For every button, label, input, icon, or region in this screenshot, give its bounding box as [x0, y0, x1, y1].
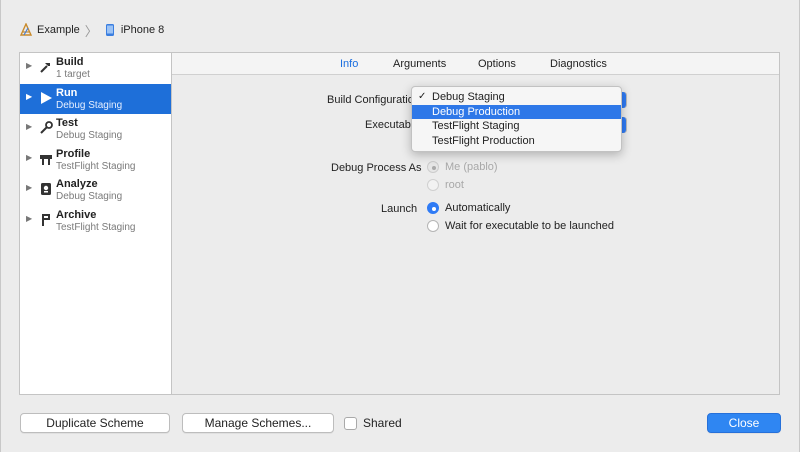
- scheme-item-subtitle: Debug Staging: [56, 130, 123, 141]
- scheme-item-title: Archive: [56, 208, 97, 221]
- radio-button[interactable]: [427, 202, 439, 214]
- checkmark-icon: ✓: [418, 91, 427, 102]
- disclosure-triangle-icon[interactable]: ▶: [26, 214, 32, 223]
- debug-process-as-label: Debug Process As: [331, 162, 422, 174]
- radio-label: Wait for executable to be launched: [445, 220, 614, 232]
- scheme-item-build[interactable]: ▶ Build 1 target: [20, 53, 171, 84]
- tab-bar: Info Arguments Options Diagnostics: [172, 53, 779, 75]
- hammer-icon: [39, 59, 53, 75]
- launch-wait-option[interactable]: Wait for executable to be launched: [427, 220, 614, 232]
- scheme-item-subtitle: Debug Staging: [56, 99, 123, 111]
- disclosure-triangle-icon[interactable]: ▶: [26, 183, 32, 192]
- radio-label: Automatically: [445, 202, 511, 214]
- disclosure-triangle-icon[interactable]: ▶: [26, 92, 32, 101]
- wrench-icon: [39, 120, 53, 136]
- build-configuration-menu: ✓ Debug Staging Debug Production TestFli…: [411, 86, 622, 152]
- shared-checkbox[interactable]: [344, 416, 357, 430]
- tab-info[interactable]: Info: [340, 58, 358, 70]
- breadcrumb: Example 〉 iPhone 8: [19, 22, 164, 39]
- breadcrumb-separator-icon: 〉: [84, 23, 98, 39]
- radio-label: Me (pablo): [445, 161, 498, 173]
- build-configuration-label: Build Configuration: [327, 94, 420, 106]
- scheme-item-subtitle: TestFlight Staging: [56, 221, 136, 233]
- breadcrumb-scheme[interactable]: Example: [37, 24, 80, 36]
- menu-item-debug-production[interactable]: Debug Production: [412, 104, 621, 119]
- duplicate-scheme-button[interactable]: Duplicate Scheme: [20, 413, 170, 433]
- app-target-icon: [19, 23, 33, 37]
- analyze-icon: [39, 181, 53, 197]
- radio-button: [427, 179, 439, 191]
- play-icon: [39, 90, 53, 106]
- radio-button: [427, 161, 439, 173]
- radio-label: root: [445, 179, 464, 191]
- menu-item-debug-staging[interactable]: ✓ Debug Staging: [412, 90, 621, 105]
- breadcrumb-destination[interactable]: iPhone 8: [121, 24, 164, 36]
- scheme-editor-sheet: Example 〉 iPhone 8 ▶ Build 1 target ▶ Ru…: [0, 0, 800, 452]
- menu-item-testflight-staging[interactable]: TestFlight Staging: [412, 119, 621, 134]
- scheme-item-subtitle: Debug Staging: [56, 191, 123, 202]
- launch-automatically-option[interactable]: Automatically: [427, 202, 510, 214]
- scheme-item-analyze[interactable]: ▶ Analyze Debug Staging: [20, 175, 171, 206]
- scheme-item-title: Run: [56, 86, 78, 99]
- instruments-icon: [39, 151, 53, 167]
- launch-label: Launch: [381, 203, 418, 215]
- close-button[interactable]: Close: [707, 413, 781, 433]
- menu-item-label: TestFlight Staging: [432, 120, 520, 132]
- scheme-item-title: Profile: [56, 147, 91, 160]
- scheme-item-profile[interactable]: ▶ Profile TestFlight Staging: [20, 145, 171, 176]
- archive-icon: [39, 212, 53, 228]
- radio-button[interactable]: [427, 220, 439, 232]
- disclosure-triangle-icon[interactable]: ▶: [26, 153, 32, 162]
- scheme-item-title: Analyze: [56, 178, 98, 190]
- menu-item-label: Debug Staging: [432, 91, 505, 103]
- scheme-item-title: Build: [56, 56, 84, 68]
- shared-label: Shared: [363, 416, 402, 430]
- scheme-item-archive[interactable]: ▶ Archive TestFlight Staging: [20, 206, 171, 237]
- debug-process-me-option: Me (pablo): [427, 161, 498, 173]
- debug-process-root-option: root: [427, 179, 464, 191]
- menu-item-label: TestFlight Production: [432, 134, 535, 147]
- manage-schemes-button[interactable]: Manage Schemes...: [182, 413, 334, 433]
- scheme-action-list: ▶ Build 1 target ▶ Run Debug Staging ▶ T…: [19, 52, 172, 395]
- iphone-device-icon: [103, 23, 117, 37]
- scheme-item-test[interactable]: ▶ Test Debug Staging: [20, 114, 171, 145]
- menu-item-testflight-production[interactable]: TestFlight Production: [412, 134, 621, 149]
- disclosure-triangle-icon[interactable]: ▶: [26, 122, 32, 131]
- disclosure-triangle-icon[interactable]: ▶: [26, 61, 32, 70]
- tab-diagnostics[interactable]: Diagnostics: [550, 58, 607, 70]
- shared-checkbox-row[interactable]: Shared: [344, 416, 402, 430]
- scheme-item-subtitle: TestFlight Staging: [56, 160, 136, 172]
- scheme-item-title: Test: [56, 117, 78, 129]
- menu-item-label: Debug Production: [432, 105, 521, 118]
- scheme-item-run[interactable]: ▶ Run Debug Staging: [20, 83, 171, 114]
- tab-options[interactable]: Options: [478, 58, 516, 70]
- scheme-item-subtitle: 1 target: [56, 69, 90, 80]
- tab-arguments[interactable]: Arguments: [393, 58, 446, 70]
